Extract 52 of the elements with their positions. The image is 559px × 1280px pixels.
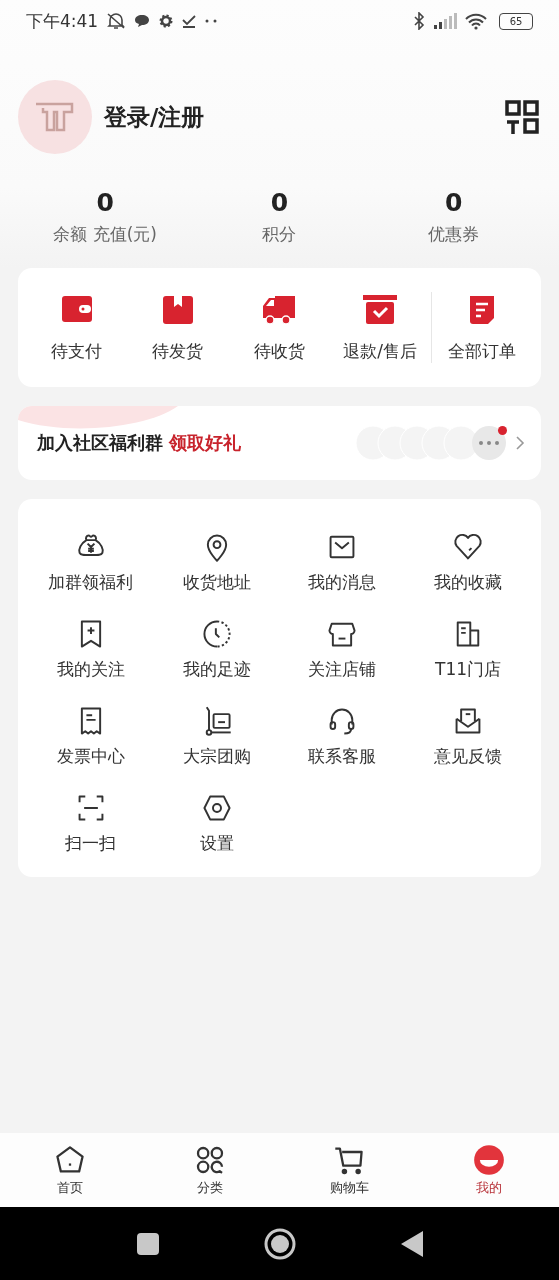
chat-icon [134,14,151,28]
settings-icon [158,13,175,29]
service-label[interactable]: 我的收藏 [434,571,503,594]
service-label[interactable]: T11门店 [435,658,502,681]
service-label[interactable]: 扫一扫 [65,832,117,855]
status-time: 下午4:41 [26,9,99,33]
service-label[interactable]: 我的关注 [56,658,125,681]
chevron-right-icon [515,435,525,451]
tab-item[interactable]: 我的 [419,1133,559,1207]
notification-dot [498,426,507,435]
order-label[interactable]: 待收货 [253,340,305,363]
order-label[interactable]: 待支付 [51,340,103,363]
wifi-icon [465,12,487,30]
profile-icon [473,1143,506,1176]
more-icon [204,18,219,24]
service-label[interactable]: 意见反馈 [434,745,503,768]
battery-icon: 65 [499,12,533,30]
stat-value: 0 [270,188,289,217]
member-avatars-icon [355,425,509,461]
service-label[interactable]: 发票中心 [56,745,125,768]
home-button[interactable] [263,1227,296,1260]
signal-icon [433,13,457,29]
order-label[interactable]: 退款/售后 [343,340,418,363]
stat-label[interactable]: 积分 [262,223,297,246]
back-button[interactable] [400,1230,423,1257]
service-label[interactable]: 设置 [199,832,234,855]
service-label[interactable]: 我的足迹 [182,658,251,681]
tab-item[interactable]: 购物车 [279,1133,420,1207]
service-label[interactable]: 收货地址 [182,571,251,594]
bluetooth-icon [413,12,425,30]
tab-item[interactable]: 分类 [139,1133,280,1207]
service-label[interactable]: 联系客服 [308,745,377,768]
stat-value: 0 [96,188,114,217]
recents-button[interactable] [136,1232,159,1255]
qr-code-icon[interactable] [505,100,539,134]
stat-label[interactable]: 余额 充值(元) [53,223,157,246]
community-banner[interactable]: 加入社区福利群 领取好礼 [18,406,541,480]
tab-item[interactable]: 首页 [0,1133,140,1207]
check-icon [182,13,197,29]
service-label[interactable]: 大宗团购 [182,745,251,768]
service-label[interactable]: 关注店铺 [308,658,377,681]
order-label[interactable]: 待发货 [152,340,204,363]
banner-text: 加入社区福利群 领取好礼 [37,431,242,455]
order-label[interactable]: 全部订单 [448,340,517,363]
stat-value: 0 [445,188,463,217]
home-icon [53,1143,86,1176]
login-link[interactable]: 登录/注册 [104,101,205,133]
service-label[interactable]: 我的消息 [308,571,377,594]
clock-icon[interactable] [200,618,233,650]
mute-icon [106,12,127,30]
service-label[interactable]: 加群领福利 [48,571,134,594]
stat-label[interactable]: 优惠券 [428,223,480,246]
